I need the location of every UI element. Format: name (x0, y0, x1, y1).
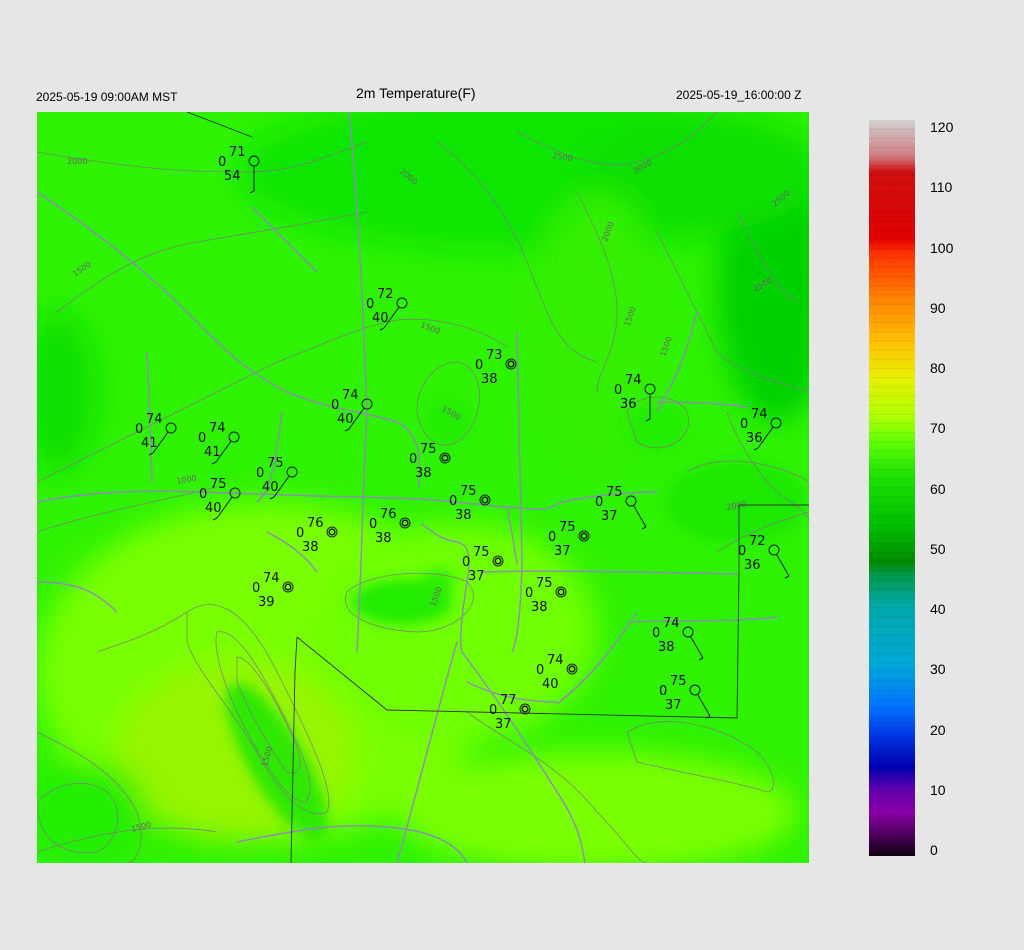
station-temperature: 76 (307, 516, 324, 531)
station-wind-speed: 0 (738, 544, 746, 559)
station-temperature: 74 (263, 571, 280, 586)
station-temperature: 72 (749, 534, 766, 549)
station-temperature: 77 (500, 693, 517, 708)
colorbar-tick-label: 10 (930, 781, 946, 798)
station-wind-speed: 0 (331, 398, 339, 413)
station-dewpoint: 41 (204, 445, 221, 460)
station-temperature: 74 (547, 653, 564, 668)
station-temperature: 73 (486, 348, 503, 363)
station-wind-speed: 0 (366, 297, 374, 312)
station-wind-speed: 0 (614, 383, 622, 398)
station-temperature: 75 (210, 477, 227, 492)
map-title: 2m Temperature(F) (356, 85, 476, 101)
temperature-colorbar (869, 120, 915, 856)
colorbar-tick-label: 20 (930, 721, 946, 738)
station-wind-speed: 0 (525, 586, 533, 601)
station-wind-speed: 0 (462, 555, 470, 570)
station-dewpoint: 38 (375, 531, 392, 546)
station-temperature: 76 (380, 507, 397, 522)
station-wind-speed: 0 (449, 494, 457, 509)
station-dewpoint: 40 (205, 501, 222, 516)
station-wind-speed: 0 (652, 626, 660, 641)
station-dewpoint: 37 (468, 569, 485, 584)
station-dewpoint: 36 (744, 558, 761, 573)
station-temperature: 75 (606, 485, 623, 500)
station-dewpoint: 37 (665, 698, 682, 713)
station-wind-speed: 0 (218, 155, 226, 170)
station-dewpoint: 38 (481, 372, 498, 387)
station-temperature: 75 (420, 442, 437, 457)
valid-time-local: 2025-05-19 09:00AM MST (36, 90, 178, 104)
station-temperature: 75 (267, 456, 284, 471)
colorbar-tick-label: 110 (930, 179, 953, 196)
station-dewpoint: 40 (372, 311, 389, 326)
station-temperature: 74 (146, 412, 163, 427)
station-temperature: 74 (209, 421, 226, 436)
station-dewpoint: 36 (620, 397, 637, 412)
contour-label: 2000 (67, 157, 87, 166)
station-wind-speed: 0 (296, 526, 304, 541)
station-wind-speed: 0 (489, 703, 497, 718)
station-temperature: 75 (460, 484, 477, 499)
station-temperature: 72 (377, 287, 394, 302)
colorbar-tick-label: 30 (930, 661, 946, 678)
station-wind-speed: 0 (199, 487, 207, 502)
station-dewpoint: 40 (337, 412, 354, 427)
station-temperature: 74 (663, 616, 680, 631)
station-dewpoint: 38 (658, 640, 675, 655)
station-temperature: 75 (473, 545, 490, 560)
station-temperature: 74 (342, 388, 359, 403)
station-wind-speed: 0 (595, 495, 603, 510)
station-wind-speed: 0 (135, 422, 143, 437)
temperature-map: 2000 1500 1000 2000 2500 3000 2500 2000 … (37, 112, 809, 863)
station-temperature: 75 (536, 576, 553, 591)
station-dewpoint: 37 (601, 509, 618, 524)
station-wind-speed: 0 (475, 358, 483, 373)
colorbar-tick-label: 90 (930, 299, 946, 316)
station-dewpoint: 40 (262, 480, 279, 495)
station-wind-speed: 0 (198, 431, 206, 446)
station-dewpoint: 40 (542, 677, 559, 692)
station-wind-speed: 0 (659, 684, 667, 699)
station-wind-speed: 0 (256, 466, 264, 481)
colorbar-tick-label: 40 (930, 601, 946, 617)
station-temperature: 71 (229, 145, 246, 160)
colorbar-tick-label: 120 (930, 119, 954, 135)
station-dewpoint: 38 (415, 466, 432, 481)
station-wind-speed: 0 (536, 663, 544, 678)
station-wind-speed: 0 (252, 581, 260, 596)
station-temperature: 75 (670, 674, 687, 689)
station-wind-speed: 0 (548, 530, 556, 545)
colorbar-tick-label: 0 (930, 842, 938, 858)
colorbar-tick-label: 50 (930, 540, 946, 557)
station-dewpoint: 39 (258, 595, 275, 610)
station-dewpoint: 41 (141, 436, 158, 451)
station-temperature: 74 (751, 407, 768, 422)
colorbar-tick-label: 60 (930, 480, 946, 497)
temperature-field (37, 112, 809, 863)
valid-time-utc: 2025-05-19_16:00:00 Z (676, 88, 802, 102)
station-dewpoint: 38 (302, 540, 319, 555)
colorbar-tick-label: 80 (930, 360, 946, 376)
station-temperature: 75 (559, 520, 576, 535)
station-dewpoint: 38 (531, 600, 548, 615)
station-dewpoint: 38 (455, 508, 472, 523)
colorbar-tick-label: 70 (930, 420, 946, 437)
station-temperature: 74 (625, 373, 642, 388)
station-wind-speed: 0 (369, 517, 377, 532)
station-dewpoint: 37 (495, 717, 512, 732)
colorbar-tick-label: 100 (930, 239, 954, 256)
station-wind-speed: 0 (409, 452, 417, 467)
station-dewpoint: 36 (746, 431, 763, 446)
station-dewpoint: 37 (554, 544, 571, 559)
station-dewpoint: 54 (224, 169, 241, 184)
station-wind-speed: 0 (740, 417, 748, 432)
